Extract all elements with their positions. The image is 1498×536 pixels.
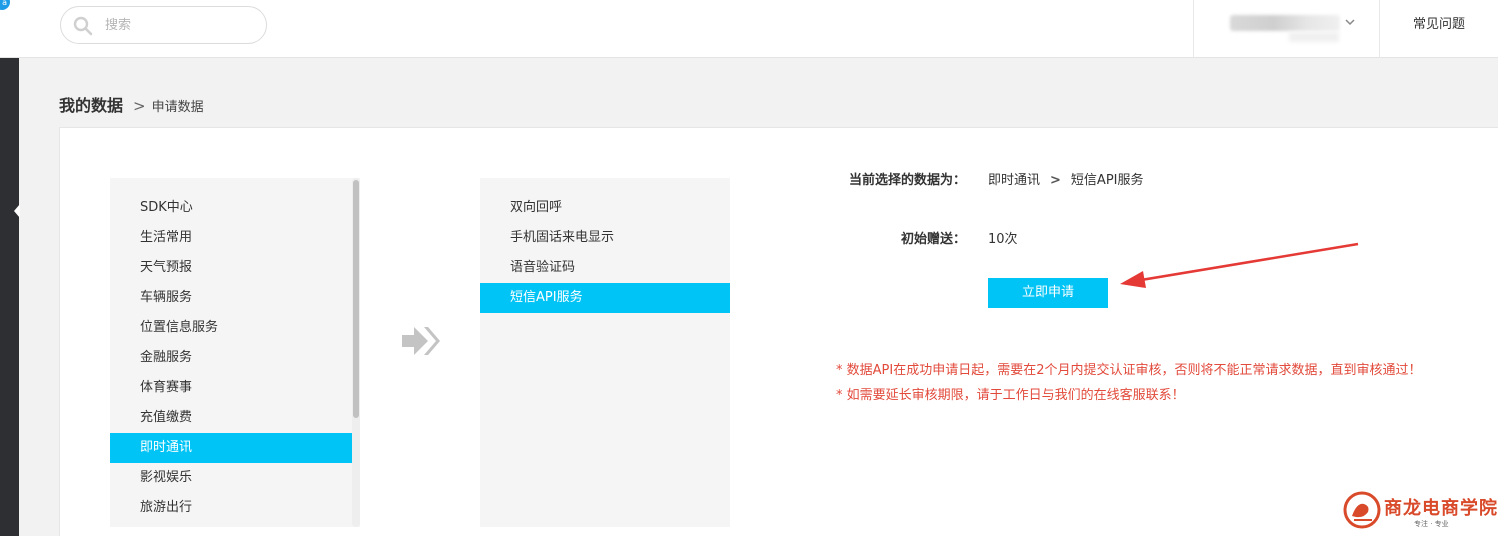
service-item-callback[interactable]: 双向回呼 xyxy=(480,193,730,223)
breadcrumb-current: 申请数据 xyxy=(151,100,204,115)
double-arrow-right-icon xyxy=(402,327,440,355)
watermark-tagline: 专注 · 专业 xyxy=(1414,520,1449,528)
category-item-location[interactable]: 位置信息服务 xyxy=(110,313,352,343)
username-blurred xyxy=(1230,15,1340,31)
category-item-sdk[interactable]: SDK中心 xyxy=(110,193,352,223)
top-header: a 常见问题 xyxy=(0,0,1498,58)
search-icon xyxy=(73,16,93,36)
category-item-im[interactable]: 即时通讯 xyxy=(110,433,352,463)
selection-service: 短信API服务 xyxy=(1070,173,1144,188)
selection-label: 当前选择的数据为： xyxy=(848,173,966,188)
left-sidebar-rail xyxy=(0,58,20,536)
category-item-entertainment[interactable]: 影视娱乐 xyxy=(110,463,352,493)
service-list: 双向回呼 手机固话来电显示 语音验证码 短信API服务 xyxy=(480,178,730,527)
breadcrumb-separator: > xyxy=(133,97,146,115)
category-item-finance[interactable]: 金融服务 xyxy=(110,343,352,373)
gift-value: 10次 xyxy=(988,232,1018,247)
warning-note-2: * 如需要延长审核期限，请于工作日与我们的在线客服联系！ xyxy=(836,388,1185,403)
selection-value: 即时通讯 > 短信API服务 xyxy=(988,169,1144,188)
faq-link[interactable]: 常见问题 xyxy=(1379,0,1498,58)
category-scrollbar-thumb[interactable] xyxy=(353,180,359,418)
service-item-voice-code[interactable]: 语音验证码 xyxy=(480,253,730,283)
category-item-weather[interactable]: 天气预报 xyxy=(110,253,352,283)
service-item-sms-api[interactable]: 短信API服务 xyxy=(480,283,730,313)
username-blurred-secondary xyxy=(1289,32,1339,42)
breadcrumb: 我的数据 > 申请数据 xyxy=(59,92,204,116)
apply-now-button[interactable]: 立即申请 xyxy=(988,278,1108,308)
search-input[interactable] xyxy=(105,15,255,35)
corner-badge: a xyxy=(0,0,10,10)
watermark-name: 商龙电商学院 xyxy=(1384,498,1498,519)
category-item-sports[interactable]: 体育赛事 xyxy=(110,373,352,403)
gift-label: 初始赠送： xyxy=(900,232,966,247)
category-item-life[interactable]: 生活常用 xyxy=(110,223,352,253)
chevron-down-icon xyxy=(1345,19,1355,26)
category-item-vehicle[interactable]: 车辆服务 xyxy=(110,283,352,313)
annotation-arrow xyxy=(1120,242,1359,288)
category-item-travel[interactable]: 旅游出行 xyxy=(110,493,352,523)
selection-category: 即时通讯 xyxy=(988,173,1041,188)
breadcrumb-root[interactable]: 我的数据 xyxy=(59,96,123,115)
collapse-arrow-icon[interactable] xyxy=(14,204,20,218)
category-list: SDK中心 生活常用 天气预报 车辆服务 位置信息服务 金融服务 体育赛事 充值… xyxy=(110,178,360,527)
selection-separator: > xyxy=(1050,173,1061,188)
service-item-caller-id[interactable]: 手机固话来电显示 xyxy=(480,223,730,253)
user-menu[interactable] xyxy=(1193,0,1379,58)
search-box[interactable] xyxy=(60,6,267,44)
warning-note-1: * 数据API在成功申请日起，需要在2个月内提交认证审核，否则将不能正常请求数据… xyxy=(836,363,1422,378)
category-item-recharge[interactable]: 充值缴费 xyxy=(110,403,352,433)
